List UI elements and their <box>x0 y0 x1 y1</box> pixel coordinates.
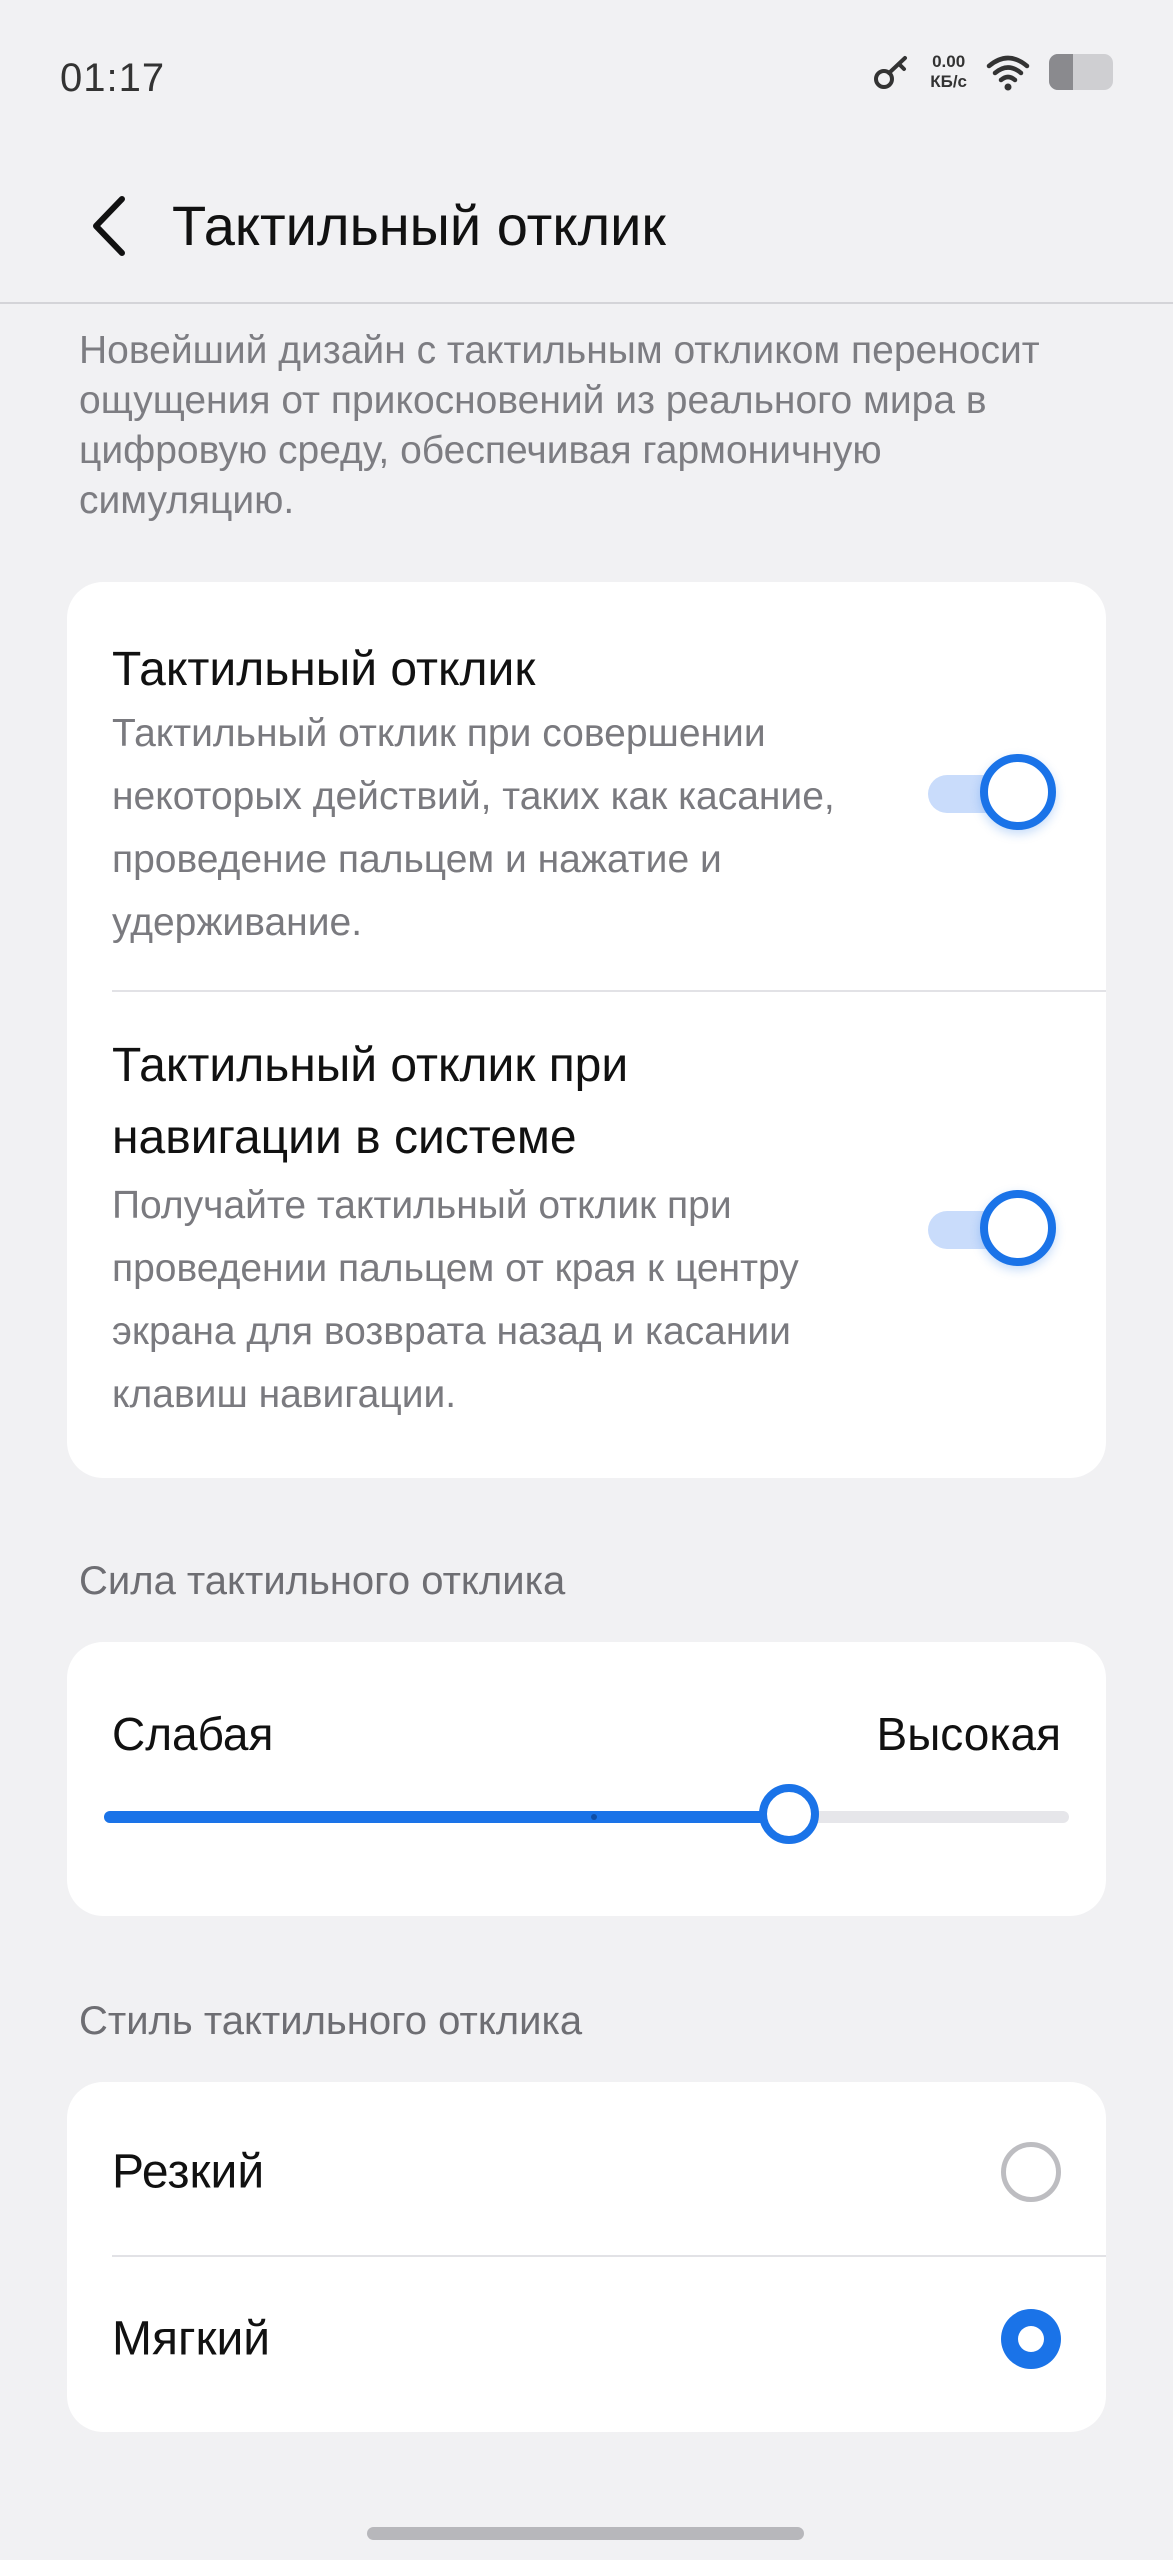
chevron-left-icon <box>93 196 125 256</box>
battery-icon <box>1049 54 1113 90</box>
header: Тактильный отклик <box>0 160 1173 304</box>
radio-button[interactable] <box>1001 2309 1061 2369</box>
toggles-card: Тактильный отклик Тактильный отклик при … <box>67 582 1106 1478</box>
strength-section-header: Сила тактильного отклика <box>79 1559 566 1603</box>
strength-slider[interactable] <box>104 1784 1069 1844</box>
navigation-haptic-toggle[interactable] <box>928 1190 1056 1266</box>
net-speed: 0.00 КБ/с <box>930 52 967 92</box>
haptic-feedback-toggle[interactable] <box>928 754 1056 830</box>
slider-min-label: Слабая <box>112 1708 274 1760</box>
home-indicator[interactable] <box>367 2527 804 2540</box>
haptic-feedback-title: Тактильный отклик <box>112 643 536 696</box>
status-icons: 0.00 КБ/с <box>872 52 1113 92</box>
net-speed-unit: КБ/с <box>930 72 967 91</box>
style-option-soft[interactable]: Мягкий <box>67 2257 1106 2421</box>
radio-button[interactable] <box>1001 2142 1061 2202</box>
toggle-knob <box>980 754 1056 830</box>
key-icon <box>874 56 908 89</box>
page-title: Тактильный отклик <box>172 194 666 257</box>
style-option-label: Мягкий <box>112 2312 271 2366</box>
style-section-header: Стиль тактильного отклика <box>79 1999 583 2043</box>
intro-text: Новейший дизайн с тактильным откликом пе… <box>79 329 1040 522</box>
screen: 01:17 0.00 КБ/с Тактильный отклик Новейш… <box>0 0 1173 2560</box>
haptic-feedback-description: Тактильный отклик при совершении некотор… <box>112 712 835 944</box>
slider-fill <box>104 1811 790 1823</box>
slider-thumb[interactable] <box>759 1784 820 1844</box>
status-time: 01:17 <box>60 56 166 100</box>
status-bar: 01:17 0.00 КБ/с <box>0 0 1173 160</box>
wifi-icon <box>986 55 1030 91</box>
strength-card: Слабая Высокая <box>67 1642 1106 1916</box>
back-button[interactable] <box>72 180 144 272</box>
style-option-sharp[interactable]: Резкий <box>67 2090 1106 2254</box>
net-speed-value: 0.00 <box>932 52 966 71</box>
divider <box>112 990 1106 992</box>
navigation-haptic-description: Получайте тактильный отклик при проведен… <box>112 1184 799 1416</box>
navigation-haptic-title-line1: Тактильный отклик при <box>112 1039 629 1092</box>
slider-max-label: Высокая <box>876 1708 1061 1760</box>
style-option-label: Резкий <box>112 2145 265 2199</box>
navigation-haptic-title-line2: навигации в системе <box>112 1111 577 1164</box>
style-card: Резкий Мягкий <box>67 2082 1106 2432</box>
toggle-knob <box>980 1190 1056 1266</box>
